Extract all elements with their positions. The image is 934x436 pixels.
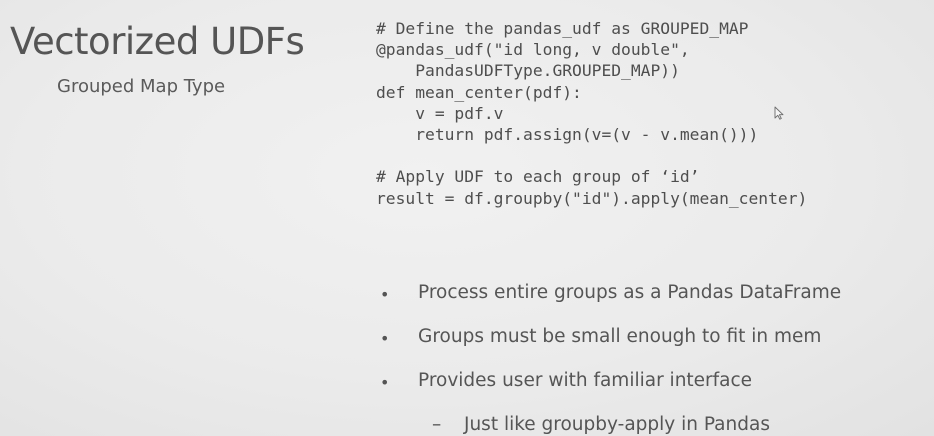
code-line-comment-apply: # Apply UDF to each group of ‘id’ <box>376 167 700 187</box>
code-line-result: result = df.groupby("id").apply(mean_cen… <box>376 188 808 208</box>
slide-title: Vectorized UDFs <box>10 20 305 63</box>
sub-bullet-marker: – <box>432 414 442 435</box>
slide-subtitle: Grouped Map Type <box>57 76 226 97</box>
bullet-text: Provides user with familiar interface <box>418 370 753 391</box>
code-line-decorator: @pandas_udf("id long, v double", <box>376 40 690 60</box>
code-line-return: return pdf.assign(v=(v - v.mean())) <box>376 124 759 144</box>
code-line-udf-type: PandasUDFType.GROUPED_MAP)) <box>376 61 680 81</box>
code-line-assign-v: v = pdf.v <box>376 103 504 123</box>
presentation-slide: Vectorized UDFs Grouped Map Type # Defin… <box>0 0 934 436</box>
bullet-marker: • <box>380 329 390 348</box>
mouse-pointer-icon <box>774 106 784 120</box>
code-block: # Define the pandas_udf as GROUPED_MAP @p… <box>376 18 807 209</box>
code-line-def: def mean_center(pdf): <box>376 82 582 102</box>
bullet-marker: • <box>380 373 390 392</box>
bullet-text: Groups must be small enough to fit in me… <box>418 326 822 347</box>
bullet-marker: • <box>380 285 390 304</box>
bullet-text: Process entire groups as a Pandas DataFr… <box>418 282 842 303</box>
sub-bullet-text: Just like groupby-apply in Pandas <box>464 414 770 435</box>
code-line-comment-define: # Define the pandas_udf as GROUPED_MAP <box>376 19 749 38</box>
